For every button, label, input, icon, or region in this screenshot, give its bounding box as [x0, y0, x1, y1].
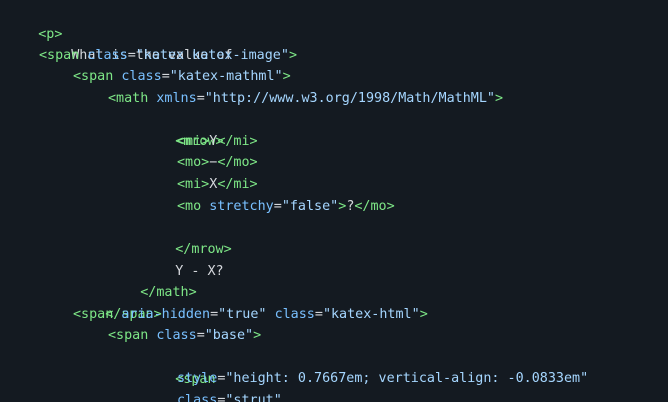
attr-value: "katex-mathml"	[169, 69, 283, 84]
attr-name: class	[121, 69, 162, 84]
attr-name: class	[156, 328, 197, 343]
code-line-9: <mi>X</mi>	[177, 174, 258, 196]
tag-open: <mo	[177, 199, 202, 214]
code-line-3: <span class="katex katex-image">	[39, 45, 297, 67]
attr-name: style	[177, 371, 218, 386]
attr-eq: =	[196, 91, 205, 106]
attr-eq: =	[161, 69, 170, 84]
code-line-1: <p>	[6, 2, 62, 42]
tag-close: >	[253, 328, 262, 343]
code-line-2: What is the value of	[39, 23, 232, 63]
code-line-18: style="height: 0.7667em; vertical-align:…	[177, 368, 588, 390]
attr-value: "strut"	[225, 393, 282, 402]
mi-close-tag: </mi>	[217, 134, 258, 149]
code-line-13: </math>	[108, 260, 196, 300]
attr-value: "height: 0.7667em; vertical-align: -0.08…	[225, 371, 589, 386]
attr-name: class	[87, 48, 128, 63]
code-line-14: </span>	[73, 282, 161, 322]
mo-close-tag: </mo>	[354, 199, 395, 214]
tag-open: <span	[39, 48, 80, 63]
code-line-5: <math xmlns="http://www.w3.org/1998/Math…	[108, 88, 503, 110]
attr-value: "base"	[204, 328, 254, 343]
tag-close: >	[494, 91, 504, 106]
mi-open-tag: <mi>	[177, 134, 210, 149]
code-line-6: <mrow>	[143, 109, 223, 149]
mo-close-tag: </mo>	[217, 155, 258, 170]
attr-eq: =	[127, 48, 136, 63]
code-line-17: <span	[143, 347, 215, 387]
attr-name: aria-hidden	[121, 307, 211, 322]
attr-name: class	[274, 307, 315, 322]
code-line-8: <mo>−</mo>	[177, 152, 258, 174]
attr-eq: =	[273, 199, 282, 214]
code-line-4: <span class="katex-mathml">	[73, 66, 291, 88]
code-view: <p> What is the value of <span class="ka…	[0, 0, 668, 402]
code-line-12: Y - X?	[143, 239, 223, 279]
tag-close: >	[288, 48, 297, 63]
code-line-11: </mrow>	[143, 217, 231, 257]
attr-value: "http://www.w3.org/1998/Math/MathML"	[204, 91, 495, 106]
code-line-16: <span class="base">	[108, 325, 261, 347]
attr-eq: =	[314, 307, 323, 322]
code-line-15: <span aria-hidden="true" class="katex-ht…	[73, 304, 428, 326]
mi-open-tag: <mi>	[177, 177, 210, 192]
attr-name: xmlns	[156, 91, 197, 106]
attr-value: "katex-html"	[322, 307, 420, 322]
attr-value: "true"	[218, 307, 267, 322]
mi-close-tag: </mi>	[217, 177, 258, 192]
tag-open: <span	[73, 307, 114, 322]
code-line-7: <mi>Y</mi>	[177, 131, 258, 153]
tag-open: <span	[73, 69, 114, 84]
attr-name: class	[177, 393, 218, 402]
code-line-19: class="strut"	[177, 390, 282, 402]
tag-open: <span	[108, 328, 149, 343]
attr-eq: =	[196, 328, 205, 343]
attr-eq: =	[210, 307, 219, 322]
mo-open-tag: <mo>	[177, 155, 210, 170]
attr-name: stretchy	[209, 199, 274, 214]
tag-open: <math	[108, 91, 149, 106]
tag-close: >	[419, 307, 428, 322]
attr-value: "katex katex-image"	[135, 48, 289, 63]
attr-value: "false"	[281, 199, 339, 214]
code-line-10: <mo stretchy="false">?</mo>	[177, 196, 395, 218]
tag-close: >	[282, 69, 291, 84]
